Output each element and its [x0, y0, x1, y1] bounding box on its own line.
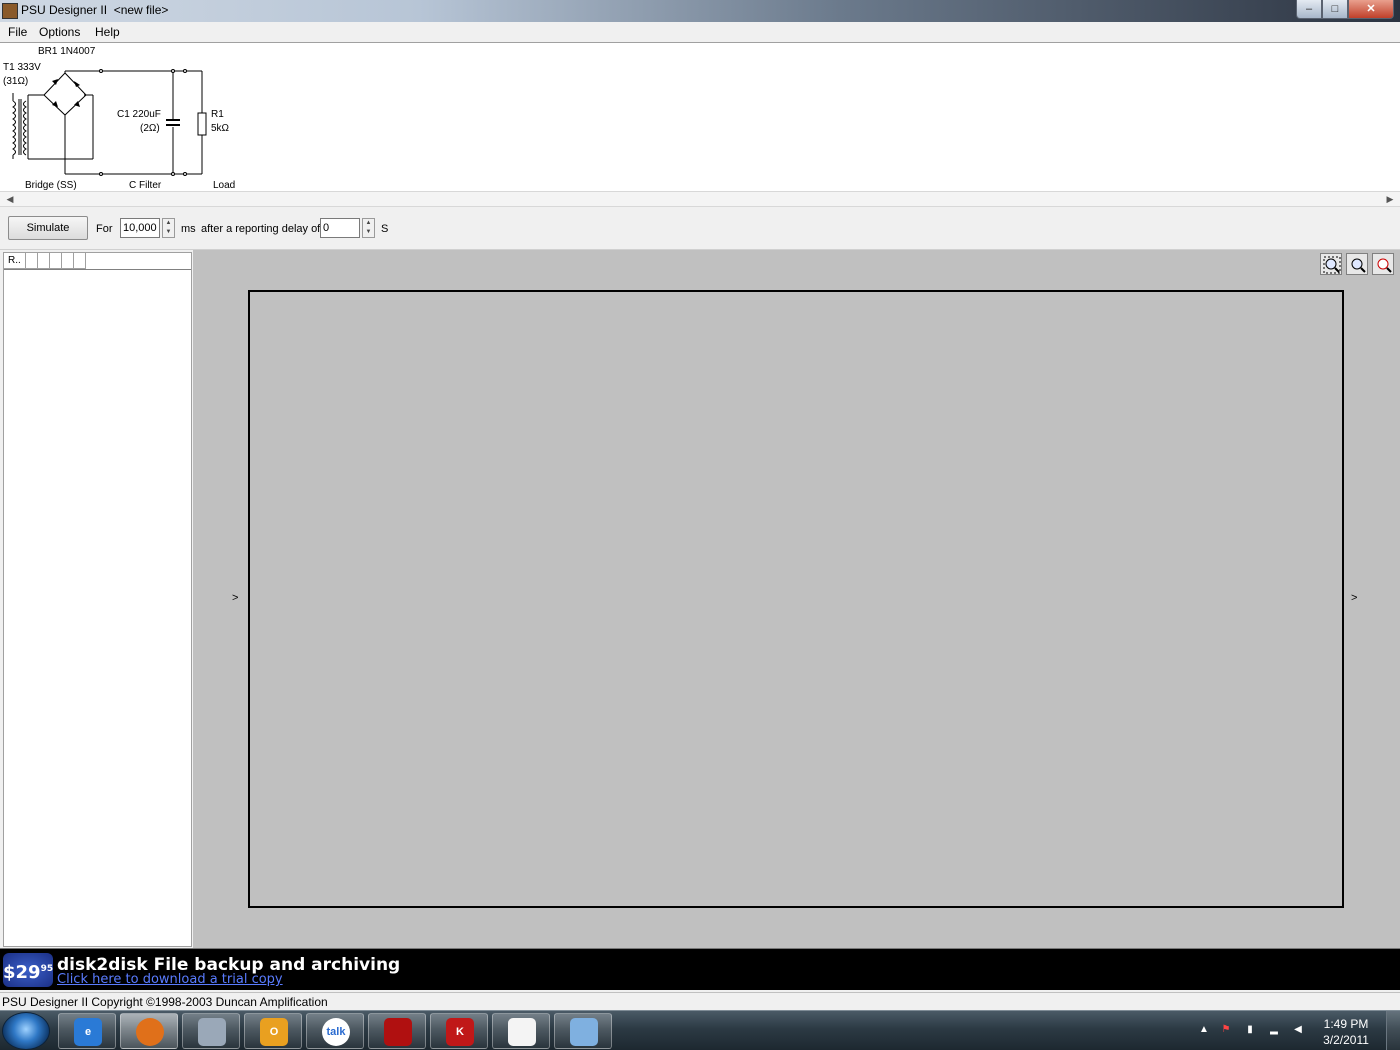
duration-unit: ms — [181, 223, 196, 235]
minimize-button[interactable]: – — [1296, 0, 1322, 19]
left-axis-marker: > — [232, 592, 239, 604]
capacitor-label: C1 220uF — [117, 109, 161, 120]
transformer-resistance: (31Ω) — [3, 76, 29, 87]
paint-icon — [570, 1018, 598, 1046]
kaspersky-icon: K — [446, 1018, 474, 1046]
scroll-right-icon[interactable]: ▶ — [1382, 192, 1398, 207]
google-talk-icon: talk — [322, 1018, 350, 1046]
results-column-header[interactable] — [74, 253, 86, 269]
delay-spinner[interactable]: ▲ ▼ — [362, 218, 375, 238]
capacitor-resistance: (2Ω) — [140, 123, 160, 134]
taskbar-paint[interactable] — [554, 1013, 612, 1049]
duration-input[interactable] — [120, 218, 160, 238]
taskbar-outlook[interactable]: O — [244, 1013, 302, 1049]
price-cents: 95 — [40, 964, 54, 974]
schematic-panel: BR1 1N4007 T1 333V (31Ω) C1 220uF (2Ω) R… — [0, 42, 1400, 191]
status-bar: PSU Designer II Copyright ©1998-2003 Dun… — [0, 992, 1400, 1010]
window-title: PSU Designer II <new file> — [21, 3, 169, 17]
taskbar-google-talk[interactable]: talk — [306, 1013, 364, 1049]
internet-explorer-icon: e — [74, 1018, 102, 1046]
resistor-label: R1 — [211, 109, 224, 120]
taskbar-firefox[interactable] — [120, 1013, 178, 1049]
taskbar: e O talk K ▲ ⚑ ▮ ▂ ◀ 1:49 PM 3/2/2011 — [0, 1010, 1400, 1050]
taskbar-calculator[interactable] — [182, 1013, 240, 1049]
plot-canvas[interactable] — [248, 290, 1344, 908]
start-button[interactable] — [2, 1012, 50, 1050]
menu-bar: File Options Help — [0, 22, 1400, 42]
clock-date[interactable]: 3/2/2011 — [1316, 1033, 1376, 1047]
menu-options[interactable]: Options — [39, 25, 80, 39]
results-column-header[interactable] — [62, 253, 74, 269]
close-button[interactable]: ✕ — [1348, 0, 1394, 19]
menu-file[interactable]: File — [8, 25, 27, 39]
ad-download-link[interactable]: Click here to download a trial copy — [57, 972, 283, 987]
action-center-flag-icon[interactable]: ⚑ — [1220, 1024, 1232, 1036]
menu-help[interactable]: Help — [95, 25, 120, 39]
delay-unit: S — [381, 223, 389, 235]
network-signal-icon[interactable]: ▂ — [1268, 1024, 1280, 1036]
zoom-in-button[interactable] — [1346, 253, 1368, 275]
zoom-fit-icon — [1323, 256, 1341, 274]
delay-label: after a reporting delay of — [201, 223, 321, 235]
schematic-scrollbar[interactable]: ◀ ▶ — [0, 191, 1400, 207]
results-column-header[interactable] — [26, 253, 38, 269]
zoom-in-icon — [1351, 258, 1366, 273]
results-column-header[interactable]: R.. — [4, 253, 26, 269]
scroll-left-icon[interactable]: ◀ — [2, 192, 18, 207]
transformer-label: T1 333V — [3, 62, 41, 73]
price-dollars: $29 — [3, 962, 41, 983]
simulate-button[interactable]: Simulate — [8, 216, 88, 240]
plot-area: > > — [193, 250, 1400, 948]
battery-icon[interactable]: ▮ — [1244, 1024, 1256, 1036]
right-axis-marker: > — [1351, 592, 1358, 604]
taskbar-kaspersky[interactable]: K — [430, 1013, 488, 1049]
firefox-icon — [136, 1018, 164, 1046]
app-icon — [2, 3, 18, 19]
header-divider — [4, 269, 191, 270]
price-badge: $2995 — [3, 953, 53, 987]
app-icon — [508, 1018, 536, 1046]
show-hidden-icons-icon[interactable]: ▲ — [1198, 1024, 1210, 1036]
ad-banner[interactable]: $2995 disk2disk File backup and archivin… — [0, 948, 1400, 990]
clock-time[interactable]: 1:49 PM — [1316, 1017, 1376, 1031]
results-panel[interactable]: R.. — [3, 252, 192, 947]
for-label: For — [96, 223, 113, 235]
volume-muted-icon[interactable]: ◀ — [1292, 1024, 1304, 1036]
stage-bridge-label: Bridge (SS) — [25, 180, 77, 191]
stage-load-label: Load — [213, 180, 236, 191]
results-column-header[interactable] — [50, 253, 62, 269]
adobe-reader-icon — [384, 1018, 412, 1046]
duration-spinner[interactable]: ▲ ▼ — [162, 218, 175, 238]
zoom-out-button[interactable] — [1372, 253, 1394, 275]
taskbar-internet-explorer[interactable]: e — [58, 1013, 116, 1049]
resistor-value: 5kΩ — [211, 123, 230, 134]
maximize-button[interactable]: □ — [1322, 0, 1348, 19]
delay-input[interactable] — [320, 218, 360, 238]
zoom-fit-button[interactable] — [1320, 253, 1342, 275]
outlook-icon: O — [260, 1018, 288, 1046]
results-column-header[interactable] — [38, 253, 50, 269]
calculator-icon — [198, 1018, 226, 1046]
stage-filter-label: C Filter — [129, 180, 162, 191]
taskbar-app[interactable] — [492, 1013, 550, 1049]
status-text: PSU Designer II Copyright ©1998-2003 Dun… — [2, 995, 328, 1009]
title-bar: PSU Designer II <new file> – □ ✕ — [0, 0, 1400, 22]
show-desktop-button[interactable] — [1386, 1011, 1400, 1050]
zoom-out-icon — [1377, 258, 1392, 273]
simulation-toolbar: Simulate For ▲▼ ms after a reporting del… — [0, 208, 1400, 250]
bridge-label: BR1 1N4007 — [38, 46, 96, 57]
taskbar-adobe-reader[interactable] — [368, 1013, 426, 1049]
